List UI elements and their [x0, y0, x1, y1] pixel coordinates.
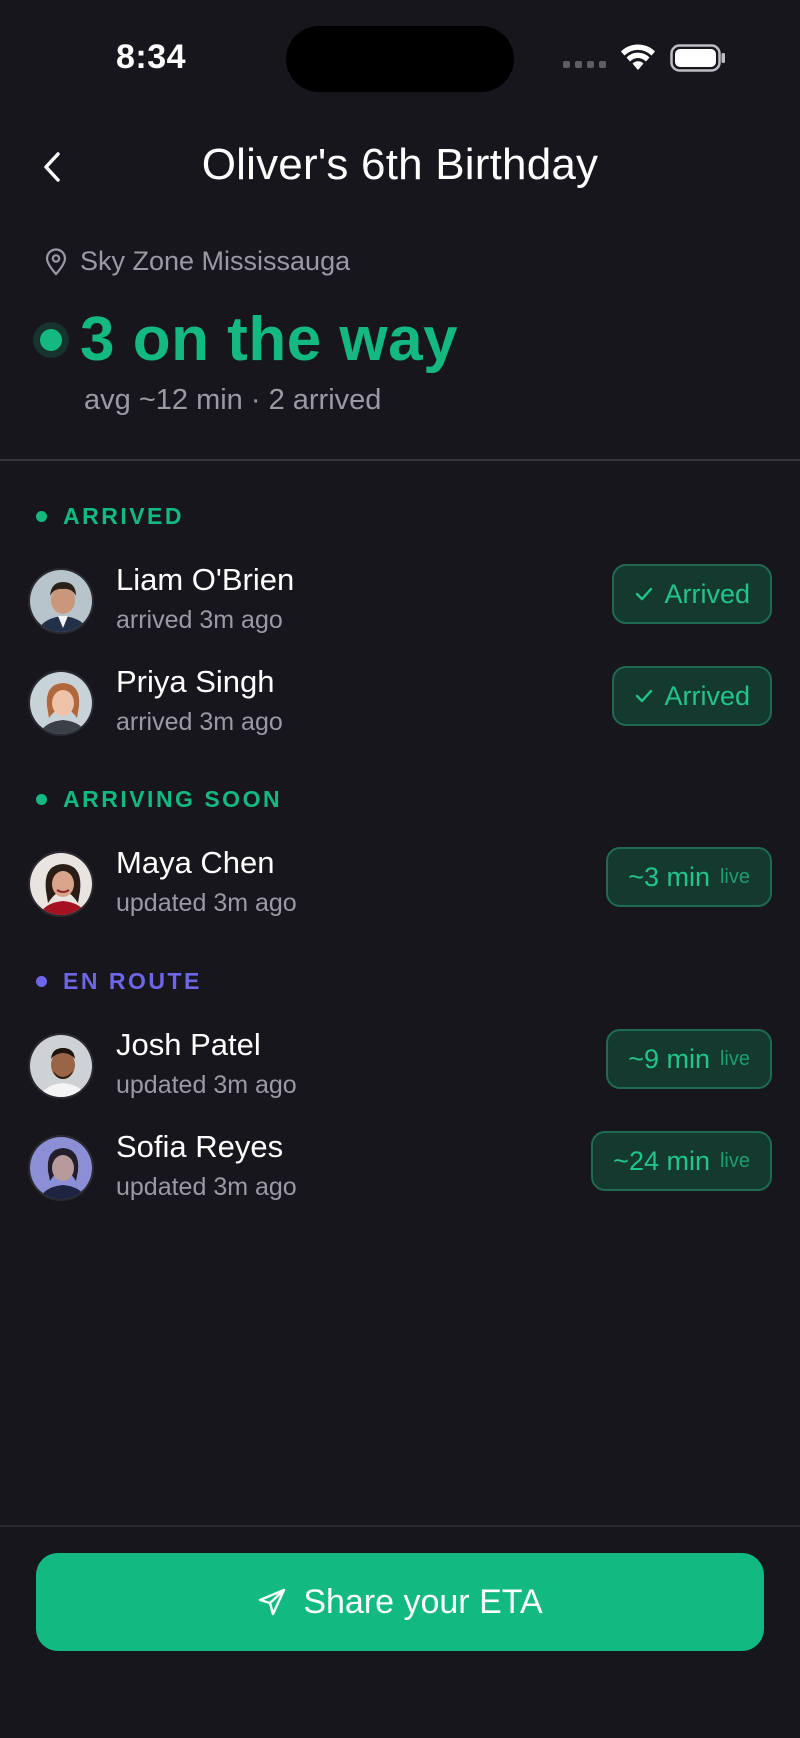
check-icon	[636, 587, 653, 601]
status-time: 8:34	[116, 38, 187, 76]
summary-subline: avg ~12 min · 2 arrived	[84, 384, 382, 416]
eta-badge: ~9 min live	[606, 1029, 772, 1089]
guest-status-time: updated 3m ago	[116, 1071, 297, 1099]
guest-status-time: updated 3m ago	[116, 889, 297, 917]
section-label: ARRIVING SOON	[63, 786, 283, 812]
share-eta-button[interactable]: Share your ETA	[36, 1553, 764, 1651]
send-icon	[259, 1588, 286, 1616]
guest-name: Priya Singh	[116, 664, 275, 699]
eta-value: ~24 min	[613, 1145, 710, 1176]
event-location: Sky Zone Mississauga	[44, 246, 350, 277]
share-eta-label: Share your ETA	[303, 1582, 543, 1621]
section-dot	[36, 511, 47, 522]
cellular-signal-icon	[563, 48, 606, 68]
live-label: live	[719, 1149, 750, 1172]
divider	[0, 459, 800, 461]
avatar	[28, 1033, 94, 1099]
live-status-dot	[40, 328, 62, 351]
location-label: Sky Zone Mississauga	[80, 246, 351, 276]
avatar	[28, 670, 94, 736]
wifi-icon	[621, 44, 655, 70]
status-bar: 8:34	[0, 0, 800, 120]
map-pin-icon	[45, 247, 67, 276]
section-label: ARRIVED	[63, 503, 185, 529]
avatar	[28, 1135, 94, 1201]
eta-badge: ~3 min live	[606, 847, 772, 907]
guest-row[interactable]: Priya Singh arrived 3m ago Arrived	[28, 664, 772, 744]
arrived-badge: Arrived	[612, 666, 772, 726]
guest-status-time: updated 3m ago	[116, 1173, 297, 1201]
avatar	[28, 851, 94, 917]
dynamic-island	[286, 26, 514, 92]
guest-name: Maya Chen	[116, 845, 275, 880]
arrived-badge: Arrived	[612, 564, 772, 624]
guest-row[interactable]: Josh Patel updated 3m ago ~9 min live	[28, 1027, 772, 1107]
eta-value: ~9 min	[628, 1043, 710, 1074]
live-label: live	[719, 865, 750, 888]
live-label: live	[719, 1047, 750, 1070]
section-dot	[36, 976, 47, 987]
section-dot	[36, 794, 47, 805]
section-header-arrived: ARRIVED	[36, 503, 184, 530]
guest-name: Liam O'Brien	[116, 562, 295, 597]
battery-icon	[670, 44, 725, 72]
guest-name: Josh Patel	[116, 1027, 261, 1062]
eta-badge: ~24 min live	[591, 1131, 772, 1191]
footer-divider	[0, 1525, 800, 1527]
guest-name: Sofia Reyes	[116, 1129, 284, 1164]
section-label: EN ROUTE	[63, 968, 202, 994]
badge-label: Arrived	[664, 578, 750, 609]
guest-row[interactable]: Maya Chen updated 3m ago ~3 min live	[28, 845, 772, 925]
status-icons	[563, 44, 726, 72]
check-icon	[636, 689, 653, 703]
avatar	[28, 568, 94, 634]
guest-status-time: arrived 3m ago	[116, 606, 283, 634]
guest-row[interactable]: Liam O'Brien arrived 3m ago Arrived	[28, 562, 772, 642]
on-the-way-count: 3 on the way	[80, 305, 459, 374]
guest-row[interactable]: Sofia Reyes updated 3m ago ~24 min live	[28, 1129, 772, 1209]
guest-status-time: arrived 3m ago	[116, 708, 283, 736]
page-title: Oliver's 6th Birthday	[201, 140, 599, 189]
badge-label: Arrived	[664, 680, 750, 711]
eta-value: ~3 min	[628, 861, 710, 892]
section-header-en-route: EN ROUTE	[36, 968, 202, 995]
eta-summary: 3 on the way	[40, 304, 458, 375]
section-header-arriving-soon: ARRIVING SOON	[36, 786, 282, 813]
